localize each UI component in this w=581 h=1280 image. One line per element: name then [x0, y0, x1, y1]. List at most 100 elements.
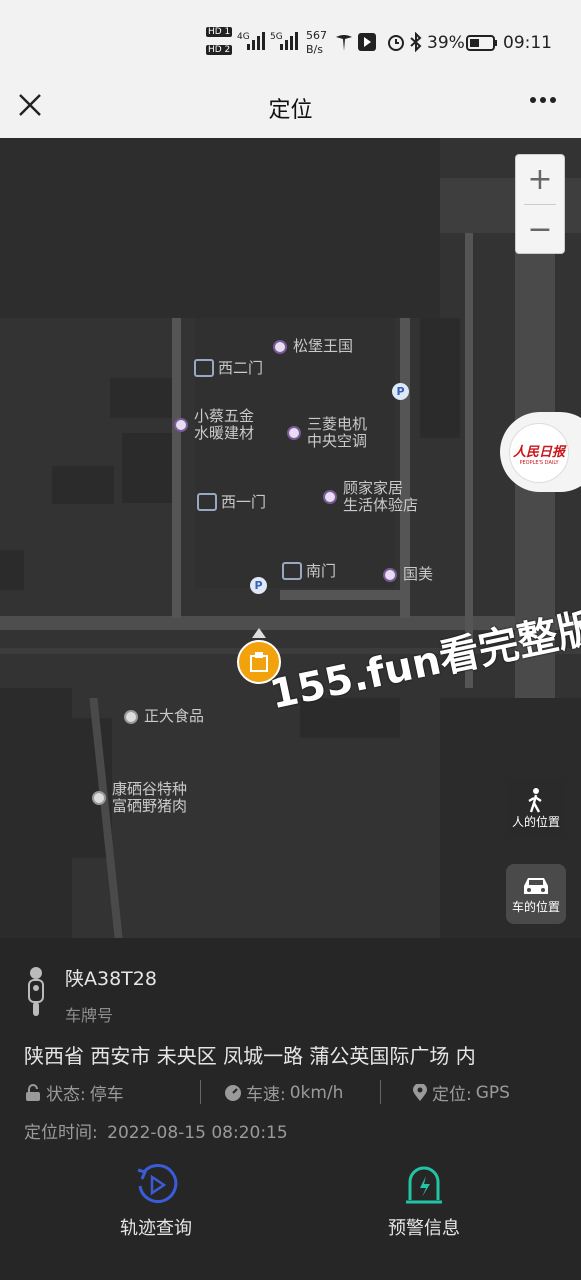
peoples-daily-badge[interactable]: 人民日报 PEOPLE'S DAILY [500, 412, 581, 492]
walking-person-icon [528, 787, 542, 813]
alert-info-button[interactable]: 预警信息 [354, 1164, 494, 1240]
track-query-label: 轨迹查询 [120, 1218, 192, 1239]
poi-kuka-home[interactable]: 顾家家居 生活体验店 [323, 480, 418, 514]
logo-subtext: PEOPLE'S DAILY [519, 459, 559, 466]
map-block [110, 378, 175, 418]
signal-icon-1 [247, 32, 265, 50]
status-stat: 状态: 停车 [24, 1080, 124, 1105]
title-bar: 定位 [0, 82, 581, 138]
speed-value: 0km/h [289, 1082, 344, 1103]
gate-icon [197, 493, 217, 511]
shop-icon [287, 426, 301, 440]
zoom-in-button[interactable]: + [516, 155, 564, 204]
poi-zhengda-food[interactable]: 正大食品 [124, 708, 204, 725]
status-value: 停车 [89, 1085, 124, 1105]
vehicle-info-panel: 陕A38T28 车牌号 陕西省 西安市 未央区 凤城一路 蒲公英国际广场 内 状… [0, 938, 581, 1280]
locate-value: GPS [475, 1082, 510, 1103]
page-title: 定位 [268, 98, 313, 123]
poi-label: 正大食品 [144, 707, 205, 725]
poi-label: 小蔡五金 水暖建材 [194, 407, 255, 442]
gate-icon [194, 359, 214, 377]
track-replay-icon [137, 1164, 178, 1203]
map-view[interactable]: P P 松堡王国 西二门 小蔡五金 水暖建材 三菱电机 中央空调 西一门 顾家家… [0, 138, 581, 938]
poi-gome[interactable]: 国美 [383, 566, 433, 583]
map-block [0, 138, 440, 318]
gate-icon [282, 562, 302, 580]
poi-south-gate[interactable]: 南门 [282, 562, 336, 580]
map-block [0, 550, 24, 590]
map-block [420, 318, 460, 438]
bluetooth-icon [410, 32, 422, 52]
location-time-label: 定位时间: [24, 1123, 98, 1143]
hd2-badge: HD 2 [206, 45, 233, 55]
peoples-daily-logo: 人民日报 PEOPLE'S DAILY [509, 423, 569, 483]
zoom-out-button[interactable]: − [516, 205, 564, 254]
poi-label: 康硒谷特种 富硒野猪肉 [112, 780, 188, 815]
more-icon[interactable] [529, 96, 557, 104]
status-bar: HD 1 HD 2 4G 5G 567 B/s 39% 09:11 [0, 0, 581, 82]
logo-text: 人民日报 [512, 444, 565, 460]
locate-label: 定位: [432, 1085, 472, 1105]
motorbike-icon [28, 967, 44, 1016]
hd1-badge: HD 1 [206, 27, 233, 37]
plate-number-label: 车牌号 [65, 1006, 114, 1025]
vehicle-address: 陕西省 西安市 未央区 凤城一路 蒲公英国际广场 内 [24, 1044, 476, 1068]
poi-label: 西一门 [221, 492, 267, 511]
app-notification-icon [358, 33, 376, 51]
zoom-control: + − [515, 154, 565, 254]
person-position-label: 人的位置 [511, 814, 560, 829]
status-label: 状态: [46, 1085, 86, 1105]
person-position-button[interactable]: 人的位置 [506, 778, 566, 838]
shop-icon [273, 339, 287, 354]
track-query-button[interactable]: 轨迹查询 [86, 1164, 226, 1240]
tesla-icon [336, 35, 352, 51]
poi-songbao[interactable]: 松堡王国 [273, 338, 353, 355]
parking-icon: P [250, 577, 267, 594]
lock-icon [26, 1083, 40, 1101]
stat-divider [380, 1080, 381, 1104]
poi-kangxigu[interactable]: 康硒谷特种 富硒野猪肉 [92, 781, 187, 815]
map-road [172, 318, 181, 618]
shop-icon [383, 567, 397, 582]
place-icon [92, 791, 106, 805]
location-time: 定位时间: 2022-08-15 08:20:15 [24, 1118, 288, 1143]
speed-stat: 车速: 0km/h [224, 1080, 343, 1105]
alarm-icon [388, 35, 404, 51]
car-icon [524, 877, 548, 894]
poi-xiaocai-hardware[interactable]: 小蔡五金 水暖建材 [174, 408, 254, 442]
place-icon [124, 709, 138, 724]
car-position-button[interactable]: 车的位置 [506, 864, 566, 924]
car-position-label: 车的位置 [511, 899, 560, 914]
net-speed-unit: B/s [306, 43, 323, 56]
plate-number: 陕A38T28 [65, 968, 157, 990]
map-road [465, 178, 473, 688]
map-block [52, 466, 114, 504]
signal-icon-2 [280, 32, 298, 50]
alert-light-icon [406, 1166, 442, 1204]
location-pin-icon [413, 1083, 427, 1101]
poi-west-gate-2[interactable]: 西二门 [194, 359, 263, 377]
poi-label: 三菱电机 中央空调 [307, 415, 368, 450]
alert-info-label: 预警信息 [388, 1218, 460, 1239]
locate-stat: 定位: GPS [412, 1080, 510, 1105]
poi-label: 西二门 [218, 358, 264, 377]
net-speed: 567 [306, 29, 327, 42]
battery-percent: 39% [427, 33, 465, 53]
clock: 09:11 [503, 33, 552, 53]
poi-west-gate-1[interactable]: 西一门 [197, 493, 266, 511]
poi-label: 国美 [403, 565, 434, 583]
vehicle-stats: 状态: 停车 车速: 0km/h 定位: GPS [24, 1080, 564, 1105]
map-road [280, 590, 410, 600]
speedometer-icon [225, 1084, 241, 1101]
location-time-value: 2022-08-15 08:20:15 [107, 1123, 288, 1143]
map-block [122, 433, 177, 503]
speed-label: 车速: [246, 1085, 286, 1105]
poi-label: 顾家家居 生活体验店 [343, 479, 419, 514]
poi-mitsubishi[interactable]: 三菱电机 中央空调 [287, 416, 367, 450]
poi-label: 松堡王国 [293, 337, 354, 355]
map-block [0, 688, 72, 938]
shop-icon [323, 490, 337, 504]
battery-icon [466, 35, 497, 51]
stat-divider [200, 1080, 201, 1104]
poi-label: 南门 [306, 561, 337, 580]
